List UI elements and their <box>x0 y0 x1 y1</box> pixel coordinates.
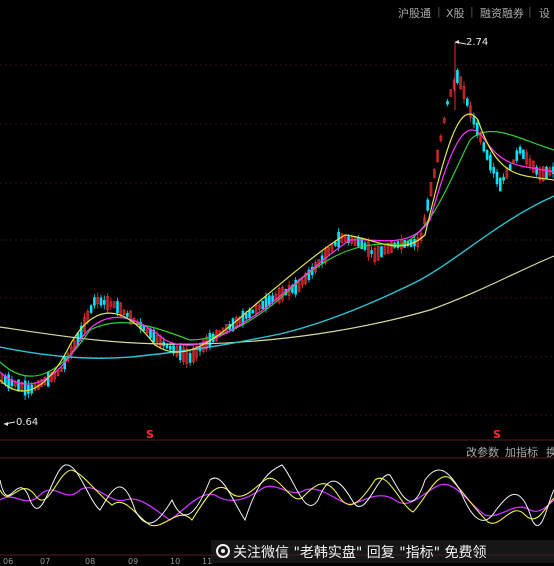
candle-body <box>492 167 496 174</box>
osc-yellow-line <box>0 469 554 527</box>
candle-body <box>456 69 459 84</box>
candle-body <box>103 299 106 305</box>
osc-white-line <box>0 464 554 526</box>
candle-body <box>126 312 129 317</box>
watermark-text: 关注微信 "老韩实盘" 回复 "指标" 免费领 <box>233 545 487 561</box>
candle-body <box>515 150 519 161</box>
x-tick: 08 <box>85 557 96 566</box>
candle-body <box>169 345 172 350</box>
candle-body <box>508 164 512 171</box>
x-tick: 06 <box>3 557 14 566</box>
candle-body <box>116 300 119 314</box>
ma-cyan-line <box>0 195 554 359</box>
candle-body <box>370 250 373 254</box>
candle-body <box>244 313 248 319</box>
candle-body <box>545 166 548 179</box>
candle-body <box>495 171 499 185</box>
high-price-label: 2.74 <box>466 37 489 48</box>
candle-body <box>251 309 255 314</box>
x-tick: 10 <box>170 557 181 566</box>
signal-mark: S <box>146 428 154 441</box>
candle-body <box>93 297 96 306</box>
low-price-label: 0.64 <box>16 417 39 428</box>
candle-body <box>502 176 505 181</box>
switch-indicator-button[interactable]: 换 <box>546 444 554 460</box>
candle-body <box>465 98 469 106</box>
moving-average-lines <box>0 113 554 392</box>
candle-body <box>271 295 274 302</box>
extreme-markers <box>3 40 467 426</box>
x-tick: 07 <box>40 557 51 566</box>
candle-body <box>17 379 20 392</box>
candle-body <box>489 154 492 171</box>
ma-yellow-line <box>0 113 554 392</box>
wechat-icon <box>216 544 230 558</box>
candle-body <box>99 297 103 306</box>
candle-body <box>498 177 502 192</box>
candlestick-series <box>0 42 554 401</box>
candle-body <box>261 300 265 310</box>
candle-body <box>27 384 30 394</box>
chart-canvas <box>0 40 554 556</box>
ma-magenta-line <box>0 129 554 385</box>
x-tick: 09 <box>128 557 139 566</box>
candle-body <box>475 122 479 136</box>
candle-body <box>522 149 525 160</box>
candle-body <box>188 353 192 363</box>
candle-body <box>380 246 383 258</box>
signal-mark: S <box>493 428 501 441</box>
edit-params-button[interactable]: 改参数 <box>466 444 499 460</box>
add-indicator-button[interactable]: 加指标 <box>505 444 538 460</box>
candle-body <box>89 305 93 313</box>
oscillator-lines <box>0 464 554 527</box>
candle-body <box>472 116 476 125</box>
candle-body <box>178 345 182 361</box>
candle-body <box>482 142 486 152</box>
candle-body <box>485 149 489 160</box>
candle-body <box>518 146 522 154</box>
candle-body <box>23 380 27 396</box>
candle-body <box>142 325 146 331</box>
candle-body <box>446 100 449 105</box>
candle-body <box>357 236 360 247</box>
candle-body <box>426 199 430 211</box>
